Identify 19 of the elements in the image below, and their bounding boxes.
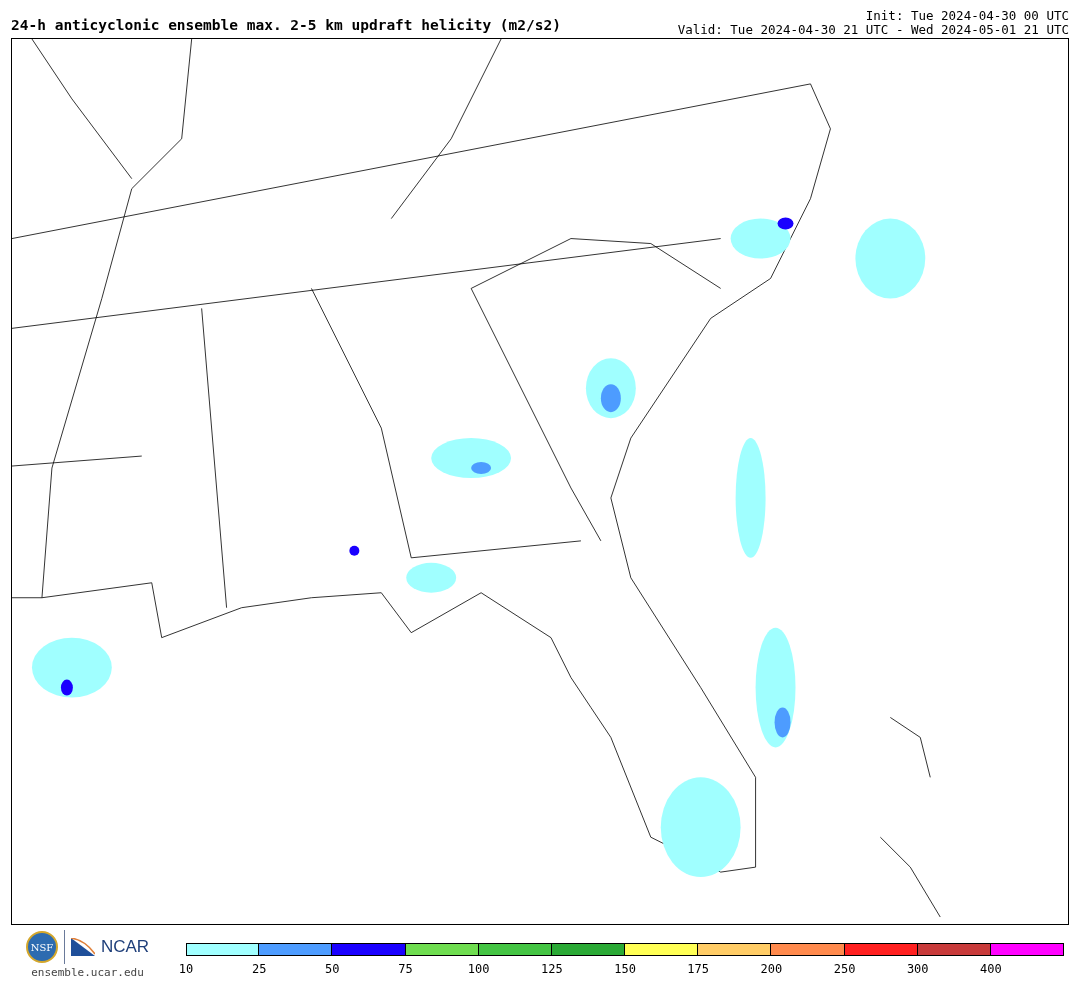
tick-label: 75 [398,962,413,976]
site-url: ensemble.ucar.edu [31,966,144,979]
valid-time: Valid: Tue 2024-04-30 21 UTC - Wed 2024-05-01 21 UTC [677,23,1069,37]
tick-label: 150 [614,962,636,976]
tick-label: 175 [687,962,710,976]
tick-label: 250 [833,962,856,976]
chart-title: 24-h anticyclonic ensemble max. 2-5 km updraft helicity (m2/s2) [11,17,561,35]
tick-label: 10 [178,962,194,976]
init-time: Init: Tue 2024-04-30 00 UTC [865,9,1069,23]
tick-label: 300 [906,962,929,976]
tick-label: 200 [760,962,783,976]
tick-label: 125 [541,962,563,976]
tick-label: 400 [980,962,1002,976]
tick-label: 25 [251,962,267,976]
nsf-logo: NSF [25,931,58,963]
swoosh-icon [70,938,95,956]
tick-label: 50 [325,962,340,976]
ncar-logo: NCAR [100,937,150,957]
tick-label: 100 [467,962,490,976]
